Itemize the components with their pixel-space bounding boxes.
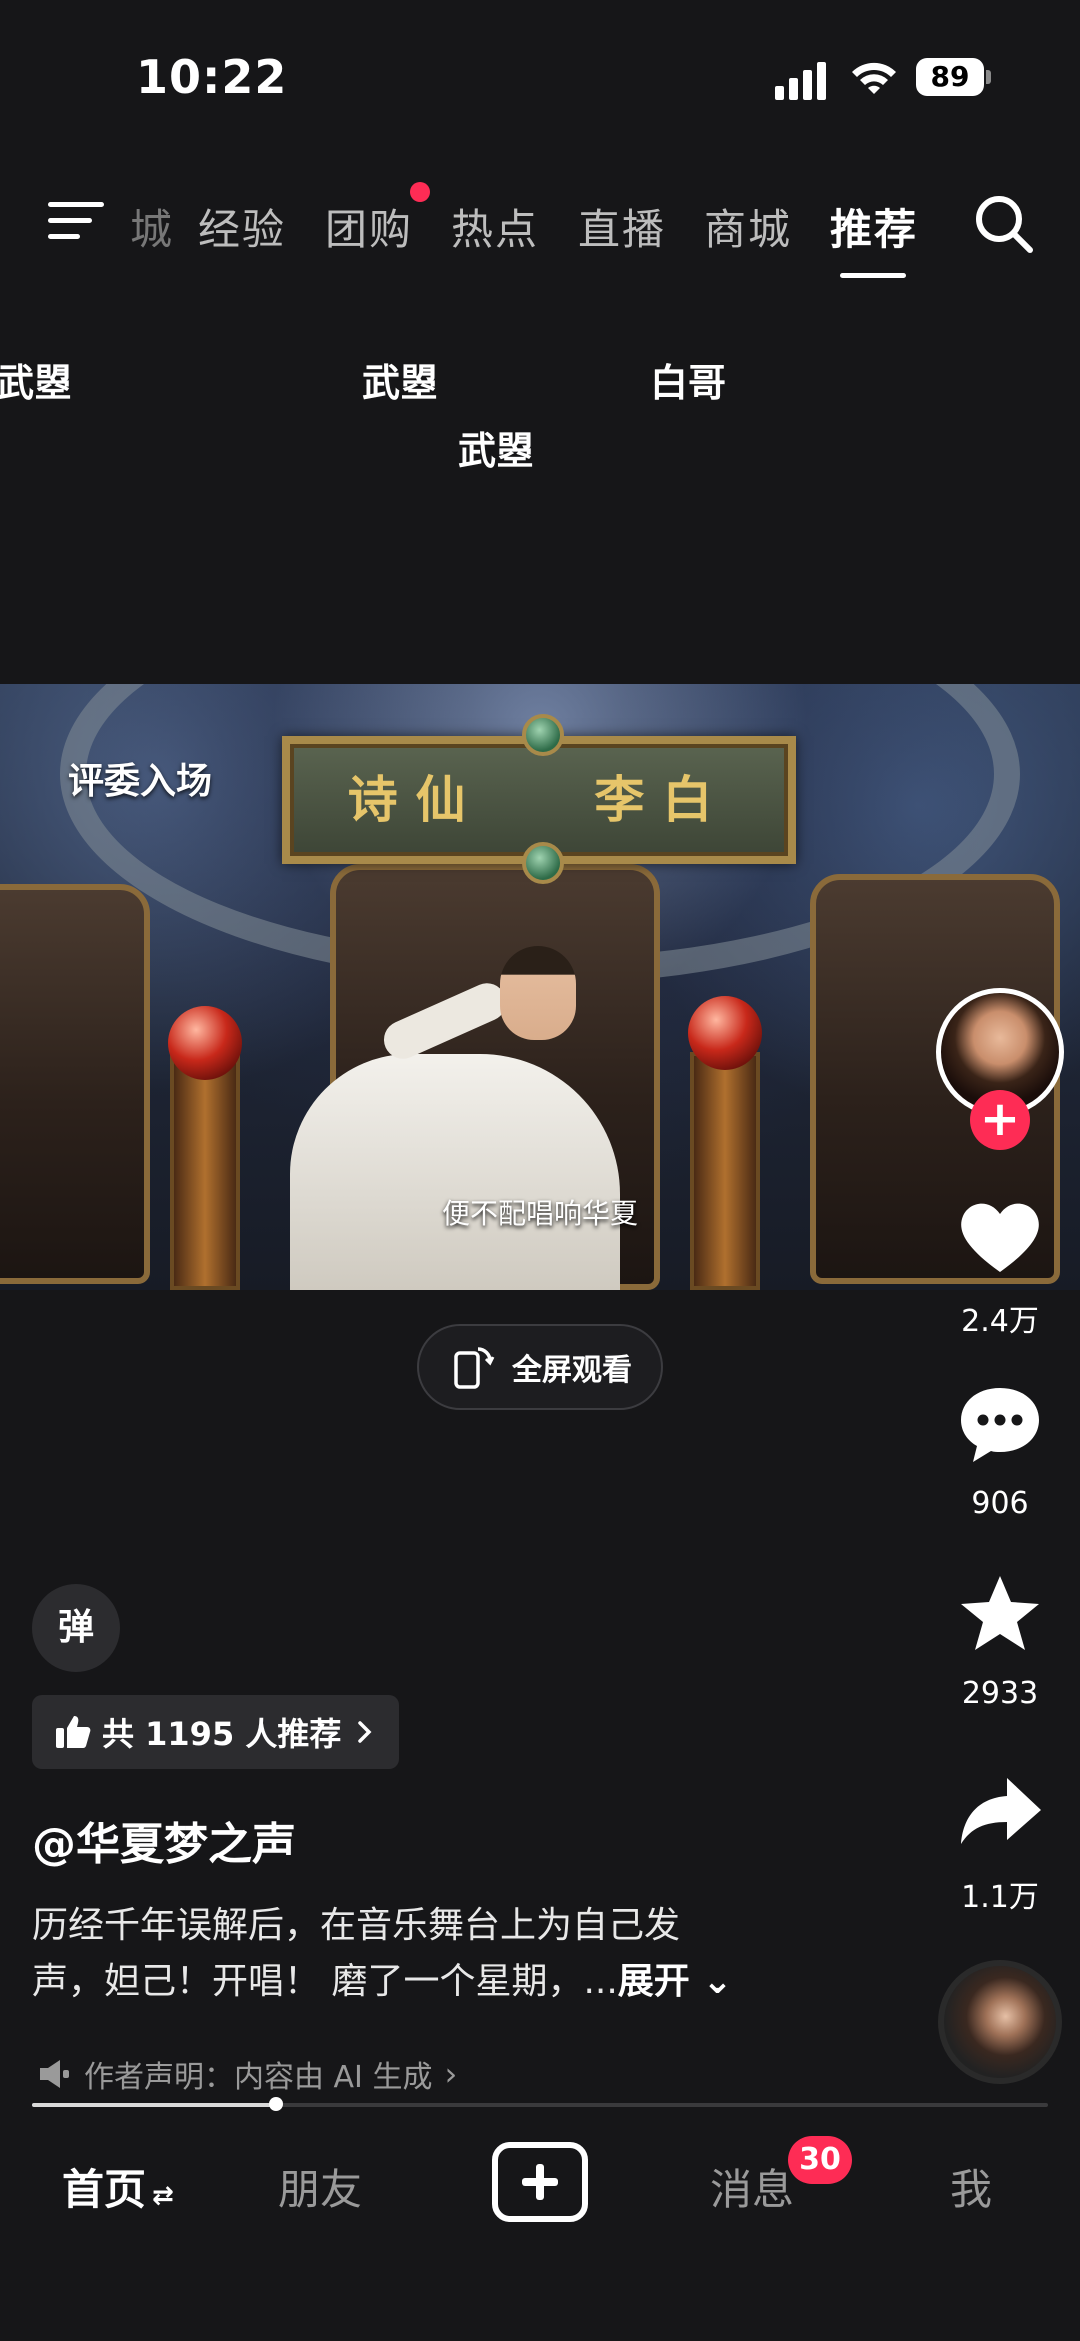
nav-home-label: 首页 bbox=[62, 2165, 147, 2214]
cellular-signal-icon bbox=[775, 60, 827, 100]
ai-disclaimer[interactable]: 作者声明：内容由 AI 生成 › bbox=[36, 2052, 457, 2096]
speaker-icon bbox=[40, 2060, 69, 2088]
tab-recommend[interactable]: 推荐 bbox=[830, 196, 918, 257]
star-icon[interactable] bbox=[955, 1570, 1045, 1660]
danmaku-comment: 武曌 bbox=[0, 361, 73, 405]
notification-dot bbox=[410, 182, 430, 202]
nav-friends[interactable]: 朋友 bbox=[278, 2156, 362, 2217]
desc-line-1: 历经千年误解后，在音乐舞台上为自己发 bbox=[32, 1905, 681, 1946]
heart-icon[interactable] bbox=[955, 1192, 1045, 1282]
pillar-left bbox=[170, 1052, 240, 1290]
plaque-text-left: 诗仙 bbox=[347, 770, 484, 829]
switch-icon: ⇄ bbox=[152, 2181, 174, 2211]
danmaku-comment: 武曌 bbox=[458, 429, 535, 473]
battery-indicator: 89 bbox=[916, 58, 984, 96]
tab-experience[interactable]: 经验 bbox=[198, 196, 286, 257]
thumb-up-icon bbox=[56, 1716, 91, 1748]
chevron-right-icon bbox=[358, 1721, 372, 1743]
nav-home[interactable]: 首页 ⇄ bbox=[62, 2156, 174, 2217]
plus-icon: + bbox=[979, 1091, 1021, 1147]
status-time: 10:22 bbox=[136, 50, 288, 104]
tab-mall[interactable]: 商城 bbox=[704, 196, 792, 257]
like-count: 2.4万 bbox=[961, 1304, 1039, 1339]
nav-me[interactable]: 我 bbox=[950, 2156, 992, 2217]
recommend-count-label: 共 1195 人推荐 bbox=[102, 1715, 342, 1753]
add-button[interactable] bbox=[492, 2142, 588, 2222]
nav-messages[interactable]: 消息 bbox=[710, 2156, 794, 2217]
comment-count: 906 bbox=[971, 1486, 1029, 1521]
video-tag: 评委入场 bbox=[68, 761, 213, 802]
expand-label: 展开 bbox=[617, 1961, 690, 2002]
progress-fill bbox=[32, 2103, 276, 2107]
wifi-icon bbox=[852, 62, 896, 94]
desc-line-2: 声，妲己！开唱！ 磨了一个星期，... bbox=[32, 1961, 618, 2002]
video-description[interactable]: 历经千年误解后，在音乐舞台上为自己发 声，妲己！开唱！ 磨了一个星期，...展开… bbox=[32, 1898, 792, 2010]
messages-badge: 30 bbox=[788, 2136, 852, 2184]
figure-head bbox=[500, 946, 576, 1040]
plaque-gem-top bbox=[522, 714, 564, 756]
progress-thumb[interactable] bbox=[269, 2097, 283, 2111]
plaque-gem-bottom bbox=[522, 842, 564, 884]
search-icon[interactable] bbox=[972, 192, 1036, 256]
pillar-right bbox=[690, 1052, 760, 1290]
chevron-right-icon: › bbox=[444, 2055, 458, 2093]
danmaku-comment: 白哥 bbox=[650, 361, 727, 405]
chevron-down-icon: ⌄ bbox=[689, 1961, 733, 2002]
author-name[interactable]: @华夏梦之声 bbox=[32, 1808, 296, 1872]
comment-icon[interactable] bbox=[955, 1380, 1045, 1470]
battery-tip bbox=[986, 70, 991, 84]
fullscreen-label: 全屏观看 bbox=[512, 1353, 632, 1388]
share-icon[interactable] bbox=[955, 1766, 1045, 1856]
menu-icon[interactable] bbox=[48, 198, 104, 244]
orb-left bbox=[168, 1006, 242, 1080]
recommend-chip[interactable]: 共 1195 人推荐 bbox=[32, 1695, 400, 1769]
video-player[interactable]: 诗仙 李白 评委入场 便不配唱响华夏 bbox=[0, 684, 1080, 1290]
plaque-text-right: 李白 bbox=[594, 770, 731, 829]
plus-icon bbox=[522, 2164, 558, 2200]
share-count: 1.1万 bbox=[961, 1880, 1039, 1915]
figure-robe bbox=[290, 1054, 620, 1290]
video-subtitle: 便不配唱响华夏 bbox=[441, 1197, 638, 1230]
danmaku-toggle-button[interactable]: 弹 bbox=[32, 1584, 120, 1672]
fullscreen-button[interactable]: 全屏观看 bbox=[417, 1324, 663, 1410]
danmaku-comment: 武曌 bbox=[362, 361, 439, 405]
orb-right bbox=[688, 996, 762, 1070]
tab-live[interactable]: 直播 bbox=[578, 196, 666, 257]
tab-group-buy[interactable]: 团购 bbox=[325, 196, 413, 257]
disclaimer-text: 作者声明：内容由 AI 生成 bbox=[84, 2060, 433, 2095]
follow-button[interactable]: + bbox=[970, 1090, 1030, 1150]
rotate-screen-icon bbox=[454, 1347, 495, 1389]
expand-button[interactable]: 展开 ⌄ bbox=[618, 1961, 733, 2002]
music-disc[interactable] bbox=[938, 1960, 1062, 2084]
tab-hot[interactable]: 热点 bbox=[451, 196, 539, 257]
tab-partial[interactable]: 城 bbox=[130, 196, 174, 257]
active-tab-indicator bbox=[840, 273, 906, 278]
favorite-count: 2933 bbox=[961, 1676, 1039, 1711]
